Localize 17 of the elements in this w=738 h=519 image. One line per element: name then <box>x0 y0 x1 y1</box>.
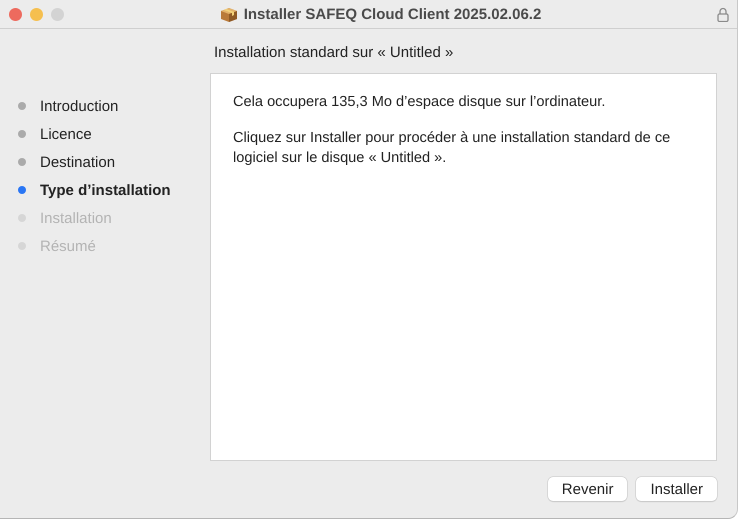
step-label: Introduction <box>40 98 118 114</box>
lock-icon <box>717 6 729 22</box>
step-label: Installation <box>40 210 112 226</box>
install-button[interactable]: Installer <box>636 477 717 501</box>
step-label: Type d’installation <box>40 182 171 198</box>
info-text: Cela occupera 135,3 Mo d’espace disque sur l’ordinateur. <box>233 93 606 112</box>
step-label: Licence <box>40 126 92 142</box>
info-text: Cliquez sur Installer pour procéder à une installation standard de ce logiciel sur le disque « Untitled ». <box>233 129 672 168</box>
close-button[interactable] <box>9 8 22 20</box>
zoom-button[interactable] <box>51 8 64 20</box>
window-title: Installer SAFEQ Cloud Client 2025.02.06.2 <box>244 6 542 22</box>
step-label: Résumé <box>40 238 96 254</box>
page-heading: Installation standard sur « Untitled » <box>213 42 454 62</box>
minimize-button[interactable] <box>30 8 43 20</box>
back-button[interactable]: Revenir <box>548 477 628 501</box>
package-icon <box>220 6 238 22</box>
step-label: Destination <box>40 154 116 170</box>
